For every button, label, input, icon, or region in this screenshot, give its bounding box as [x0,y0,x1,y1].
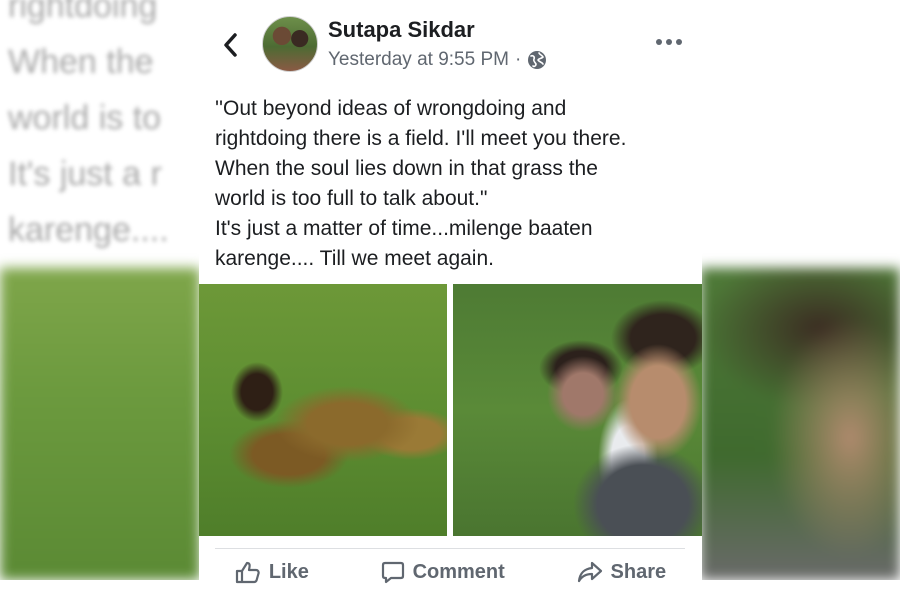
post-text-line: ''Out beyond ideas of wrongdoing and [215,97,567,120]
photo-selfie-couple-on-grass[interactable] [453,284,702,536]
backdrop-left-photo [0,268,200,580]
avatar[interactable] [262,16,318,72]
share-button[interactable]: Share [577,560,667,584]
facebook-post-card: Sutapa Sikdar Yesterday at 9:55 PM · ''O… [199,0,702,584]
post-text-line: When the soul lies down in that grass th… [215,157,598,180]
share-label: Share [610,560,667,583]
thumbs-up-icon [235,561,260,584]
photo-man-lying-on-grass[interactable] [199,284,447,536]
post-text-line: rightdoing there is a field. I'll meet y… [215,127,627,150]
post-timestamp[interactable]: Yesterday at 9:55 PM [328,49,509,71]
more-options-button[interactable] [651,28,687,56]
post-meta: Yesterday at 9:55 PM · [328,49,547,71]
comment-label: Comment [412,560,505,583]
author-name[interactable]: Sutapa Sikdar [328,17,475,43]
comment-icon [381,561,404,584]
like-button[interactable]: Like [235,560,309,584]
chevron-left-icon [224,33,237,57]
like-label: Like [268,560,309,583]
share-icon [577,561,602,583]
actions-divider [215,548,685,549]
post-text-line: karenge.... Till we meet again. [215,247,494,270]
back-button[interactable] [213,28,247,62]
post-text-line: It's just a matter of time...milenge baa… [215,217,593,240]
comment-button[interactable]: Comment [381,560,505,584]
post-text-line: world is too full to talk about." [215,187,488,210]
more-horizontal-icon [656,39,682,45]
globe-icon [527,50,547,70]
meta-separator: · [514,49,522,70]
post-text: ''Out beyond ideas of wrongdoing and rig… [215,94,685,274]
post-photos [199,284,702,536]
post-actions: Like Comment Share [199,560,702,590]
backdrop-right-photo [700,268,900,580]
post-header: Sutapa Sikdar Yesterday at 9:55 PM · [199,0,702,90]
